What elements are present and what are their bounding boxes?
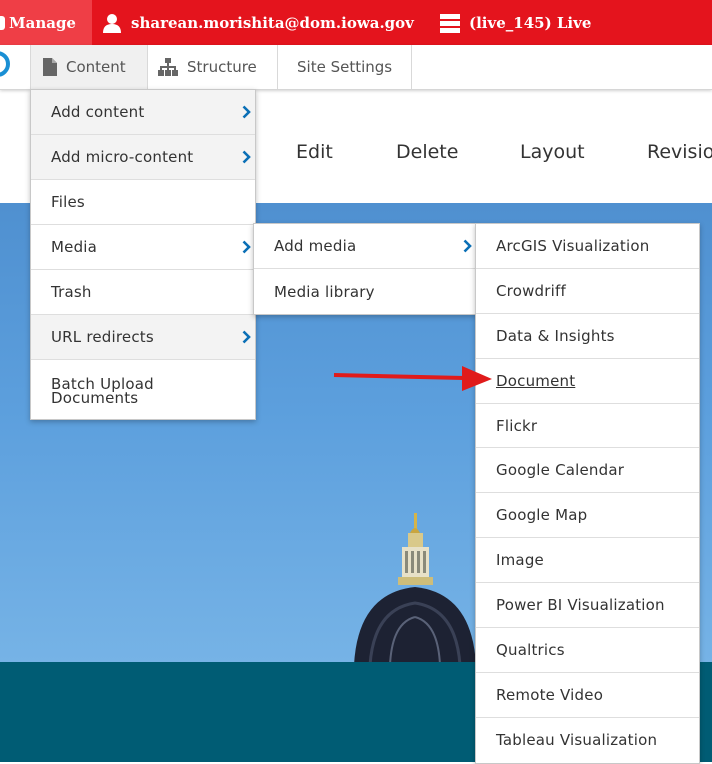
- menu-item-google-map[interactable]: Google Map: [476, 493, 699, 539]
- drupal-logo-icon[interactable]: [0, 51, 10, 77]
- tab-structure-label: Structure: [187, 58, 257, 76]
- menu-item-power-bi-visualization[interactable]: Power BI Visualization: [476, 583, 699, 629]
- menu-item-trash[interactable]: Trash: [31, 270, 255, 315]
- revisions-tab[interactable]: Revisio: [647, 141, 712, 163]
- menu-item-label: Media: [51, 238, 98, 256]
- tab-content[interactable]: Content: [30, 45, 148, 89]
- tab-structure[interactable]: Structure: [148, 45, 278, 89]
- menu-item-google-calendar[interactable]: Google Calendar: [476, 448, 699, 494]
- menu-item-data-insights[interactable]: Data & Insights: [476, 314, 699, 359]
- environment-label: (live_145) Live: [469, 13, 592, 32]
- menu-item-label: Power BI Visualization: [496, 596, 665, 615]
- user-email: sharean.morishita@dom.iowa.gov: [131, 13, 414, 32]
- menu-item-add-media[interactable]: Add media: [254, 224, 476, 269]
- menu-item-label: Media library: [274, 282, 375, 301]
- layout-tab[interactable]: Layout: [520, 141, 585, 163]
- user-account-button[interactable]: sharean.morishita@dom.iowa.gov: [102, 0, 414, 45]
- manage-label: Manage: [9, 13, 76, 32]
- admin-tray: Content Structure Site Settings: [0, 45, 712, 90]
- menu-item-label: Qualtrics: [496, 640, 565, 659]
- tab-site-settings-label: Site Settings: [297, 58, 393, 76]
- annotation-arrow-icon: [333, 366, 492, 391]
- menu-item-label: Add micro-content: [51, 148, 194, 166]
- menu-item-qualtrics[interactable]: Qualtrics: [476, 628, 699, 673]
- chevron-right-icon: [242, 240, 251, 254]
- chevron-right-icon: [242, 330, 251, 344]
- menu-item-label: Batch Upload Documents: [51, 376, 181, 407]
- admin-toolbar: Manage sharean.morishita@dom.iowa.gov (l…: [0, 0, 712, 45]
- server-icon: [440, 13, 460, 33]
- content-dropdown-menu: Add content Add micro-content Files Medi…: [30, 89, 256, 420]
- menu-item-media-library[interactable]: Media library: [254, 269, 476, 314]
- menu-item-add-micro-content[interactable]: Add micro-content: [31, 135, 255, 180]
- menu-item-flickr[interactable]: Flickr: [476, 404, 699, 449]
- menu-item-remote-video[interactable]: Remote Video: [476, 673, 699, 718]
- menu-item-url-redirects[interactable]: URL redirects: [31, 315, 255, 360]
- menu-item-label: Google Calendar: [496, 461, 625, 480]
- menu-item-label: Remote Video: [496, 685, 604, 704]
- menu-item-label: Data & Insights: [496, 326, 615, 345]
- menu-item-files[interactable]: Files: [31, 180, 255, 225]
- menu-item-label: Image: [496, 551, 544, 570]
- menu-item-label-line2: Documents: [51, 388, 139, 407]
- menu-item-label: Tableau Visualization: [496, 731, 658, 750]
- menu-item-add-content[interactable]: Add content: [31, 90, 255, 135]
- menu-item-label: Add media: [274, 237, 357, 255]
- menu-item-label: ArcGIS Visualization: [496, 236, 650, 255]
- menu-item-batch-upload-documents[interactable]: Batch Upload Documents: [31, 360, 255, 419]
- menu-item-label: Document: [496, 371, 576, 390]
- chevron-right-icon: [242, 150, 251, 164]
- delete-tab[interactable]: Delete: [396, 141, 458, 163]
- menu-item-document[interactable]: Document: [476, 359, 699, 404]
- manage-icon: [0, 15, 5, 30]
- menu-item-crowdriff[interactable]: Crowdriff: [476, 269, 699, 314]
- edit-tab[interactable]: Edit: [296, 141, 333, 163]
- menu-item-tableau-visualization[interactable]: Tableau Visualization: [476, 718, 699, 763]
- menu-item-label: Trash: [51, 283, 92, 301]
- chevron-right-icon: [242, 105, 251, 119]
- document-icon: [43, 58, 57, 76]
- media-submenu: Add media Media library: [253, 223, 477, 315]
- menu-item-media[interactable]: Media: [31, 225, 255, 270]
- user-icon: [102, 13, 122, 33]
- menu-item-label: Flickr: [496, 416, 538, 435]
- menu-item-label: Add content: [51, 103, 145, 121]
- menu-item-image[interactable]: Image: [476, 538, 699, 584]
- tab-content-label: Content: [66, 58, 126, 76]
- menu-item-label: Google Map: [496, 506, 588, 525]
- menu-item-label: URL redirects: [51, 328, 154, 346]
- menu-item-label: Files: [51, 193, 85, 211]
- tab-site-settings[interactable]: Site Settings: [278, 45, 412, 89]
- chevron-right-icon: [463, 239, 472, 253]
- manage-button[interactable]: Manage: [0, 0, 92, 45]
- environment-indicator[interactable]: (live_145) Live: [440, 0, 591, 45]
- sitemap-icon: [158, 58, 178, 76]
- add-media-submenu: ArcGIS Visualization Crowdriff Data & In…: [475, 223, 700, 764]
- menu-item-label: Crowdriff: [496, 281, 566, 300]
- menu-item-arcgis-visualization[interactable]: ArcGIS Visualization: [476, 224, 699, 269]
- node-action-tabs: Edit Delete Layout Revisio: [296, 141, 712, 169]
- capitol-dome-image: [354, 513, 476, 665]
